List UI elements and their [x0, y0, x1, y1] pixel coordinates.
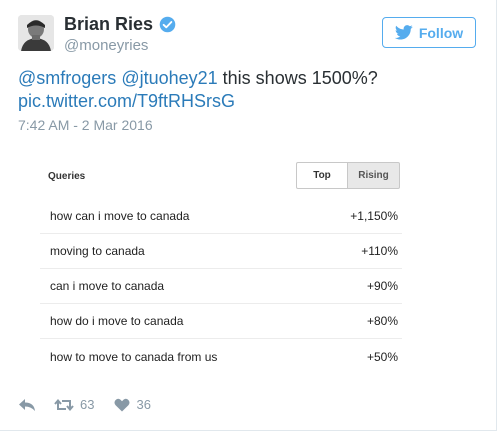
heart-icon: [114, 398, 130, 411]
query-value: +90%: [366, 279, 398, 293]
twitter-bird-icon: [394, 25, 413, 40]
query-text: moving to canada: [50, 244, 145, 258]
author-name[interactable]: Brian Ries: [64, 14, 176, 35]
follow-button[interactable]: Follow: [382, 17, 476, 48]
queries-label: Queries: [48, 171, 86, 182]
query-text: how do i move to canada: [50, 314, 184, 328]
like-button[interactable]: 36: [114, 397, 151, 412]
query-row: can i move to canada +90%: [40, 269, 402, 304]
timestamp[interactable]: 7:42 AM - 2 Mar 2016: [18, 117, 153, 133]
tab-top[interactable]: Top: [296, 162, 348, 189]
query-row: how can i move to canada +1,150%: [40, 199, 402, 234]
mention-link[interactable]: @jtuohey21: [121, 68, 217, 88]
tweet-actions: 63 36: [18, 397, 151, 412]
tweet-card: Brian Ries @moneyries Follow @smfrogers …: [0, 0, 497, 431]
query-row: how do i move to canada +80%: [40, 304, 402, 339]
query-text: can i move to canada: [50, 279, 165, 293]
tab-rising[interactable]: Rising: [348, 162, 400, 189]
author-name-label: Brian Ries: [64, 14, 154, 34]
query-text: how to move to canada from us: [50, 349, 218, 364]
follow-label: Follow: [418, 24, 464, 41]
query-text: how can i move to canada: [50, 209, 190, 223]
retweet-button[interactable]: 63: [54, 397, 94, 412]
retweet-count: 63: [80, 397, 95, 412]
reply-icon: [19, 398, 35, 411]
query-value: +110%: [361, 244, 398, 258]
trends-header: Queries Top Rising: [40, 155, 412, 199]
media-link[interactable]: pic.twitter.com/T9ftRHSrsG: [18, 91, 235, 111]
like-count: 36: [136, 397, 151, 412]
query-value: +80%: [366, 314, 398, 328]
tweet-body: this shows 1500%?: [222, 68, 378, 88]
reply-button[interactable]: [18, 398, 36, 412]
avatar[interactable]: [18, 15, 54, 51]
trends-image[interactable]: Queries Top Rising how can i move to can…: [40, 155, 412, 370]
tweet-text: @smfrogers @jtuohey21 this shows 1500%? …: [18, 67, 478, 113]
retweet-icon: [54, 398, 74, 411]
query-row: how to move to canada from us +50%: [40, 339, 402, 374]
verified-badge-icon: [159, 16, 176, 33]
mention-link[interactable]: @smfrogers: [18, 68, 116, 88]
query-row: moving to canada +110%: [40, 234, 402, 269]
author-handle[interactable]: @moneyries: [64, 37, 148, 54]
query-value: +1,150%: [350, 209, 398, 223]
query-value: +50%: [366, 349, 398, 364]
